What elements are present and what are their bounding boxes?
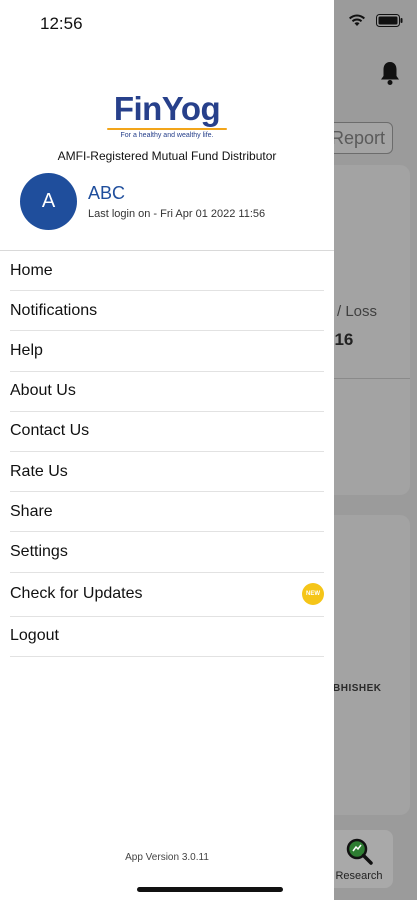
menu-item-settings[interactable]: Settings xyxy=(10,532,324,573)
research-label: Research xyxy=(335,870,383,882)
menu-item-rate-us[interactable]: Rate Us xyxy=(10,452,324,493)
menu-item-home[interactable]: Home xyxy=(10,251,324,292)
home-indicator[interactable] xyxy=(137,887,283,892)
menu-item-label: Rate Us xyxy=(10,462,68,480)
status-time: 12:56 xyxy=(40,14,83,33)
logo-fin: Fin xyxy=(113,90,162,127)
menu-item-label: Notifications xyxy=(10,301,98,319)
menu-item-label: Settings xyxy=(10,542,68,560)
menu-item-logout[interactable]: Logout xyxy=(10,617,324,657)
last-login: Last login on - Fri Apr 01 2022 11:56 xyxy=(88,208,266,220)
menu-item-label: Share xyxy=(10,502,53,520)
logo-wordmark: FinYog xyxy=(0,92,334,126)
research-icon xyxy=(346,838,373,865)
status-icons xyxy=(348,14,403,27)
menu-item-about-us[interactable]: About Us xyxy=(10,372,324,412)
logo-accent-line xyxy=(107,128,227,130)
menu-item-label: Help xyxy=(10,341,43,359)
battery-icon xyxy=(376,14,403,27)
wifi-icon xyxy=(349,14,365,26)
side-drawer: 12:56 FinYog For a healthy and wealthy l… xyxy=(0,0,334,900)
loss-label: / Loss xyxy=(337,303,378,320)
bell-icon xyxy=(381,62,399,85)
logo-yog: Yog xyxy=(161,90,221,127)
user-name: ABC xyxy=(88,183,126,203)
menu-item-notifications[interactable]: Notifications xyxy=(10,291,324,332)
menu-item-check-updates[interactable]: Check for Updates NEW xyxy=(10,573,324,617)
menu-item-help[interactable]: Help xyxy=(10,331,324,372)
drawer-menu: Home Notifications Help About Us Contact… xyxy=(10,251,324,657)
menu-item-share[interactable]: Share xyxy=(10,492,324,533)
user-profile[interactable]: A ABC Last login on - Fri Apr 01 2022 11… xyxy=(20,173,265,230)
brand-logo: FinYog For a healthy and wealthy life. xyxy=(0,92,334,139)
menu-item-contact-us[interactable]: Contact Us xyxy=(10,412,324,452)
distributor-subtitle: AMFI-Registered Mutual Fund Distributor xyxy=(57,149,277,163)
profile-text: ABC Last login on - Fri Apr 01 2022 11:5… xyxy=(88,183,265,220)
menu-item-label: Home xyxy=(10,261,53,279)
menu-item-label: About Us xyxy=(10,382,76,400)
menu-item-label: Check for Updates xyxy=(10,585,143,602)
app-version: App Version 3.0.11 xyxy=(125,852,209,863)
menu-item-label: Logout xyxy=(10,627,59,645)
holder-name: BHISHEK xyxy=(333,683,382,694)
logo-tagline: For a healthy and wealthy life. xyxy=(120,132,214,139)
research-tab: Research xyxy=(325,830,393,888)
avatar: A xyxy=(20,173,77,230)
menu-item-label: Contact Us xyxy=(10,422,90,440)
new-badge-icon: NEW xyxy=(302,583,324,605)
